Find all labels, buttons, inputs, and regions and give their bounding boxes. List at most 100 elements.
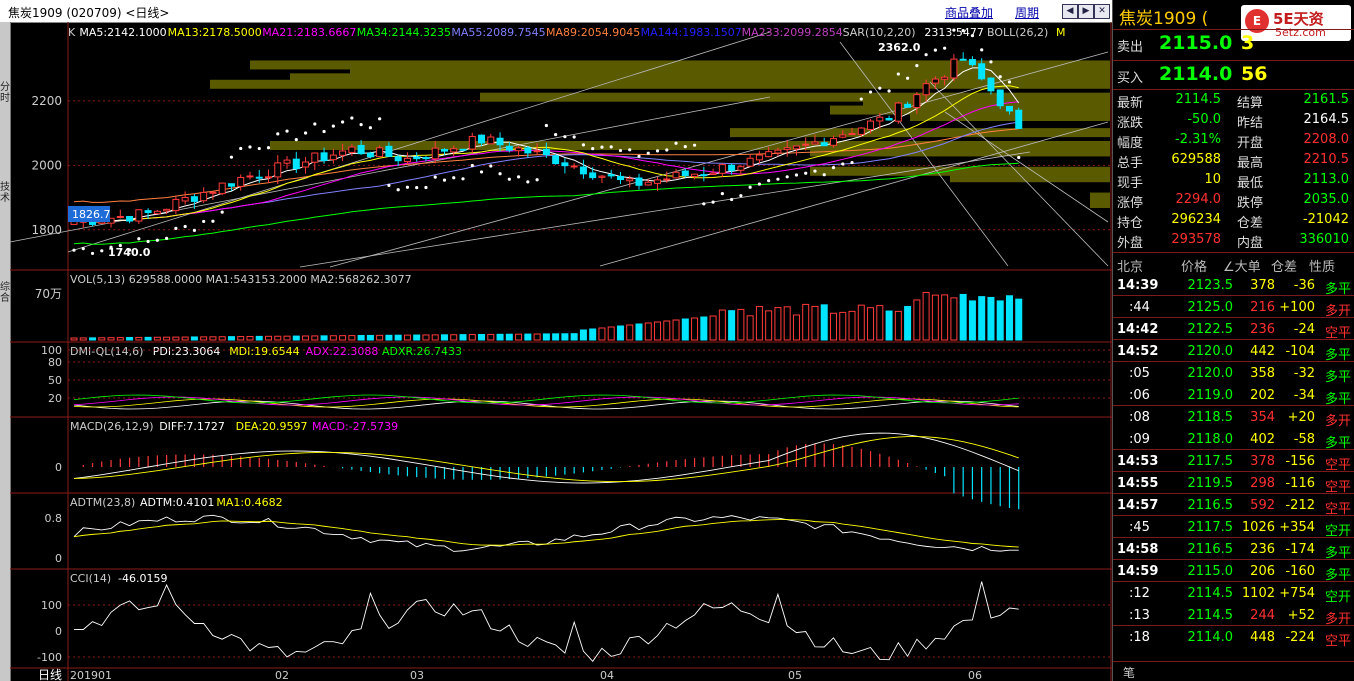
volume-bar [478,333,486,341]
candle-body [311,152,319,163]
overlay-link[interactable]: 商品叠加 [945,4,993,21]
sar-dot [1007,80,1012,84]
candle-body [181,196,189,202]
candle-body [839,134,847,138]
sar-dot [813,169,817,173]
sar-dot [433,175,437,179]
tick-price: 2115.0 [1187,564,1234,579]
candle-body [931,78,939,84]
tick-time: :09 [1129,432,1150,447]
sar-dot [211,219,215,223]
volume-bar [922,291,930,341]
indicator-legend-item: MA13:2178.5000 [168,26,262,39]
tick-row[interactable]: 14:59 2115.0 206 -160 多平 [1113,560,1354,583]
macd-legend-item: DEA:20.9597 [236,420,308,433]
candle-body [570,165,578,168]
tick-list[interactable]: 14:39 2123.5 378 -36 多平:44 2125.0 216 +100 多开 14:… [1113,274,1354,659]
tick-row[interactable]: 14:42 2122.5 236 -24 空平 [1113,318,1354,341]
stat-value: 336010 [1299,232,1349,247]
tick-header-cell: 仓差 [1271,260,1298,275]
sar-dot [933,48,937,52]
indicator-legend-item: K [68,26,76,39]
stat-value: 629588 [1171,152,1221,167]
volume-bar [505,333,513,341]
tick-row[interactable]: :12 2114.5 1102 +754 空开 [1113,582,1354,605]
tick-qty: 202 [1250,388,1275,403]
stat-value: 2208.0 [1303,132,1350,147]
prev-arrow-icon[interactable]: ◀ [1062,4,1078,19]
tick-row[interactable]: :09 2118.0 402 -58 多平 [1113,428,1354,451]
chart-canvas[interactable]: 220020001800 VOL(5,13) 629588.0000 MA1:5… [0,22,1112,681]
volume-bar [802,303,810,341]
candle-body [746,157,754,167]
dmi-axis-label: 50 [48,374,62,387]
sar-dot [146,239,150,244]
volume-bar [561,333,569,341]
candle-body [1005,105,1013,112]
date-axis-label: 201901 [70,669,112,681]
date-axis-label: 03 [410,669,424,681]
tick-qty: 354 [1250,410,1275,425]
close-icon[interactable]: ✕ [1094,4,1110,19]
tick-row[interactable]: 14:39 2123.5 378 -36 多平 [1113,274,1354,297]
tick-row[interactable]: :18 2114.0 448 -224 空平 [1113,626,1354,649]
tick-row[interactable]: :13 2114.5 244 +52 多开 [1113,604,1354,627]
tick-row[interactable]: :05 2120.0 358 -32 多平 [1113,362,1354,385]
sar-dot [989,60,993,64]
tick-row[interactable]: :06 2119.0 202 -34 多平 [1113,384,1354,407]
sar-dot [165,236,169,240]
tick-diff: -224 [1285,630,1315,645]
volume-bar [959,293,967,341]
candle-body [589,172,597,179]
cci-axis-label: -100 [37,651,62,664]
stat-value: 2114.5 [1175,92,1222,107]
sar-dot [313,122,317,126]
volume-bar [811,305,819,341]
stat-value: -50.0 [1187,112,1221,127]
dmi-legend-item: ADX:22.3088 [306,345,379,358]
candle-body [774,149,782,154]
volume-bar [218,336,226,341]
tick-row[interactable]: 14:58 2116.5 236 -174 多平 [1113,538,1354,561]
volume-bar [672,319,680,341]
tick-row[interactable]: 14:57 2116.5 592 -212 空平 [1113,494,1354,517]
tick-price: 2120.0 [1187,344,1234,359]
sar-dot [600,145,604,149]
candle-body [292,158,300,170]
candle-body [987,77,995,92]
sar-dot [229,155,234,159]
tick-price: 2114.5 [1187,608,1234,623]
tick-row[interactable]: 14:53 2117.5 378 -156 空平 [1113,450,1354,473]
tick-row[interactable]: 14:52 2120.0 442 -104 多平 [1113,340,1354,363]
tick-nature: 多平 [1324,546,1351,561]
tick-diff: +754 [1279,586,1315,601]
tick-diff: +354 [1279,520,1315,535]
stat-label: 昨结 [1237,116,1264,131]
date-axis-label: 02 [275,669,289,681]
volume-bar [431,334,439,341]
candle-body [366,152,374,158]
footer-tab[interactable]: 笔 [1123,664,1135,681]
stat-value: -2.31% [1175,132,1221,147]
cci-legend-value: -46.0159 [118,572,167,585]
candle-body [616,175,624,181]
tick-diff: +52 [1287,608,1315,623]
sar-dot [748,185,752,189]
volume-bar [163,336,171,341]
sar-dot [980,48,984,52]
sell-qty: 3 [1241,32,1255,54]
tick-row[interactable]: :08 2118.5 354 +20 多开 [1113,406,1354,429]
volume-bar [616,325,624,341]
dmi-legend-item: MDI:19.6544 [229,345,299,358]
sar-dot [915,64,919,68]
next-arrow-icon[interactable]: ▶ [1078,4,1094,19]
sar-dot [535,178,539,182]
tick-row[interactable]: :45 2117.5 1026 +354 空开 [1113,516,1354,539]
volume-bar [700,316,708,341]
tick-row[interactable]: :44 2125.0 216 +100 多开 [1113,296,1354,319]
volume-bar [209,336,217,341]
stat-value: 293578 [1171,232,1221,247]
volume-bar [876,305,884,341]
period-link[interactable]: 周期 [1015,4,1039,21]
tick-row[interactable]: 14:55 2119.5 298 -116 空平 [1113,472,1354,495]
